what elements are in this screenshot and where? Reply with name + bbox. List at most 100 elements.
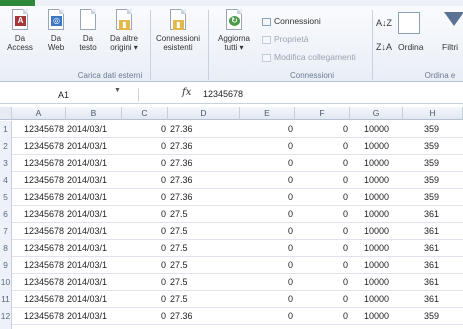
row-header[interactable]: 11	[0, 291, 12, 308]
cell-c[interactable]: 0	[122, 138, 168, 155]
row-header[interactable]: 2	[0, 138, 12, 155]
cell-d[interactable]: 27.36	[169, 138, 229, 155]
cell-g[interactable]: 10000	[350, 240, 403, 257]
cell-a[interactable]: 12345678	[12, 206, 66, 223]
cell-a[interactable]: 12345678	[12, 240, 66, 257]
filter-button[interactable]: Filtri	[442, 42, 458, 52]
refresh-all-button[interactable]: ↻ Aggiorna tutti ▾	[212, 8, 256, 52]
cell-h[interactable]: 359	[403, 155, 463, 172]
column-header-f[interactable]: F	[295, 107, 350, 120]
edit-links-button[interactable]: Modifica collegamenti	[262, 52, 356, 62]
cell-d[interactable]: 27.36	[169, 155, 229, 172]
cell-h[interactable]: 361	[403, 274, 463, 291]
sort-az-button[interactable]: A↓Z	[376, 18, 392, 28]
cell-g[interactable]: 10000	[350, 308, 403, 325]
cell-g[interactable]: 10000	[350, 121, 403, 138]
cell-d[interactable]: 27.36	[169, 308, 229, 325]
row-header[interactable]: 4	[0, 172, 12, 189]
cell-b[interactable]: 2014/03/1	[66, 172, 122, 189]
cell-f[interactable]: 0	[295, 308, 350, 325]
cell-a[interactable]: 12345678	[12, 308, 66, 325]
cell-c[interactable]: 0	[122, 155, 168, 172]
cell-f[interactable]: 0	[295, 155, 350, 172]
cell-a[interactable]: 12345678	[12, 121, 66, 138]
cell-g[interactable]: 10000	[350, 291, 403, 308]
row-header[interactable]: 5	[0, 189, 12, 206]
column-header-c[interactable]: C	[122, 107, 168, 120]
cell-g[interactable]: 10000	[350, 138, 403, 155]
cell-a[interactable]: 12345678	[12, 189, 66, 206]
cell-f[interactable]: 0	[295, 138, 350, 155]
cell-d[interactable]: 27.5	[169, 291, 229, 308]
from-text-button[interactable]: Da testo	[68, 8, 108, 52]
cell-d[interactable]: 27.36	[169, 189, 229, 206]
cell-c[interactable]: 0	[122, 172, 168, 189]
cell-a[interactable]: 12345678	[12, 223, 66, 240]
cell-e[interactable]: 0	[240, 155, 295, 172]
row-header[interactable]: 13	[0, 325, 12, 329]
cell-f[interactable]: 0	[295, 172, 350, 189]
cell-g[interactable]: 10000	[350, 325, 403, 329]
cell-a[interactable]: 12345678	[12, 172, 66, 189]
from-access-button[interactable]: A Da Access	[0, 8, 40, 52]
cell-a[interactable]: 12345678	[12, 291, 66, 308]
cell-h[interactable]: 359	[403, 308, 463, 325]
cell-b[interactable]: 2014/03/1	[66, 155, 122, 172]
chevron-down-icon[interactable]: ▼	[114, 87, 121, 94]
cell-f[interactable]: 0	[295, 206, 350, 223]
cell-e[interactable]: 0	[240, 121, 295, 138]
cell-g[interactable]: 10000	[350, 257, 403, 274]
cell-f[interactable]: 0	[295, 189, 350, 206]
cell-d[interactable]: 27.36	[169, 325, 229, 329]
cell-b[interactable]: 2014/03/1	[66, 308, 122, 325]
cell-b[interactable]: 2014/03/1	[66, 257, 122, 274]
sort-za-button[interactable]: Z↓A	[376, 42, 392, 52]
cell-h[interactable]: 359	[403, 138, 463, 155]
cell-e[interactable]: 0	[240, 274, 295, 291]
cell-d[interactable]: 27.5	[169, 223, 229, 240]
column-header-a[interactable]: A	[12, 107, 66, 120]
cell-d[interactable]: 27.5	[169, 257, 229, 274]
function-icon[interactable]: fx	[182, 87, 191, 98]
cell-f[interactable]: 0	[295, 240, 350, 257]
cell-e[interactable]: 0	[240, 308, 295, 325]
cell-f[interactable]: 0	[295, 257, 350, 274]
row-header[interactable]: 6	[0, 206, 12, 223]
cell-b[interactable]: 2014/03/1	[66, 291, 122, 308]
cell-e[interactable]: 0	[240, 206, 295, 223]
existing-connections-button[interactable]: ▮ Connessioni esistenti	[152, 8, 204, 52]
cell-g[interactable]: 10000	[350, 172, 403, 189]
cell-g[interactable]: 10000	[350, 189, 403, 206]
cell-g[interactable]: 10000	[350, 155, 403, 172]
cell-a[interactable]: 12345678	[12, 325, 66, 329]
cell-e[interactable]: 0	[240, 291, 295, 308]
cell-b[interactable]: 2014/03/1	[66, 121, 122, 138]
cell-b[interactable]: 2014/03/1	[66, 240, 122, 257]
cell-f[interactable]: 0	[295, 223, 350, 240]
cell-h[interactable]: 359	[403, 189, 463, 206]
column-header-e[interactable]: E	[240, 107, 295, 120]
cell-b[interactable]: 2014/03/1	[66, 138, 122, 155]
cell-h[interactable]: 361	[403, 240, 463, 257]
cell-h[interactable]: 361	[403, 206, 463, 223]
cell-b[interactable]: 2014/03/1	[66, 206, 122, 223]
row-header[interactable]: 10	[0, 274, 12, 291]
cell-b[interactable]: 2014/03/1	[66, 274, 122, 291]
cell-c[interactable]: 0	[122, 257, 168, 274]
cell-a[interactable]: 12345678	[12, 274, 66, 291]
cell-a[interactable]: 12345678	[12, 138, 66, 155]
name-box[interactable]: A1	[10, 88, 130, 102]
cell-f[interactable]: 0	[295, 274, 350, 291]
row-header[interactable]: 12	[0, 308, 12, 325]
cell-e[interactable]: 0	[240, 325, 295, 329]
cell-d[interactable]: 27.36	[169, 121, 229, 138]
row-header[interactable]: 9	[0, 257, 12, 274]
row-header[interactable]: 3	[0, 155, 12, 172]
cell-h[interactable]: 361	[403, 223, 463, 240]
cell-c[interactable]: 0	[122, 274, 168, 291]
cell-c[interactable]: 0	[122, 223, 168, 240]
column-header-h[interactable]: H	[403, 107, 463, 120]
cell-d[interactable]: 27.5	[169, 274, 229, 291]
select-all-corner[interactable]	[0, 107, 12, 120]
cell-d[interactable]: 27.36	[169, 172, 229, 189]
